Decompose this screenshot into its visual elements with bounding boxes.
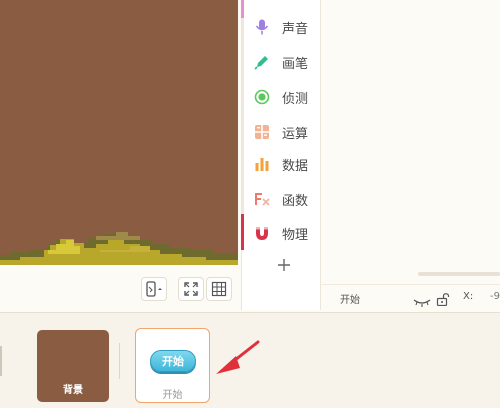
category-operators[interactable]: 运算 <box>253 120 308 144</box>
category-physics[interactable]: 物理 <box>253 221 308 245</box>
add-category-button[interactable] <box>276 257 292 273</box>
sensing-icon <box>253 88 271 106</box>
stage-ground-graphic <box>0 232 238 265</box>
fullscreen-icon <box>184 282 198 296</box>
category-label: 运算 <box>282 126 309 142</box>
category-sound[interactable]: 声音 <box>253 15 308 39</box>
phone-mode-button[interactable] <box>141 277 167 301</box>
x-coordinate-input[interactable]: -9 <box>490 291 500 302</box>
sprite-thumbnail-label: 开始 <box>162 390 183 401</box>
phone-mode-icon <box>146 281 162 297</box>
tray-scroll-indicator <box>0 346 2 376</box>
magnet-icon <box>253 224 271 242</box>
background-label: 背景 <box>63 385 83 396</box>
category-label: 数据 <box>282 158 309 174</box>
operators-icon <box>253 123 271 141</box>
category-sensing[interactable]: 侦测 <box>253 85 308 109</box>
category-label: 侦测 <box>282 91 309 107</box>
editor-window: 声音 画笔 侦测 运算 数据 函数 物理 开始 X: -9 背景 开始 开始 <box>0 0 500 408</box>
plus-icon <box>278 259 290 271</box>
workspace-horizontal-scrollbar[interactable] <box>418 272 500 276</box>
category-pen[interactable]: 画笔 <box>253 50 308 74</box>
grid-icon <box>211 281 227 297</box>
category-label: 函数 <box>282 193 309 209</box>
lock-icon <box>436 293 450 307</box>
function-icon <box>253 190 271 208</box>
sprite-name-field[interactable]: 开始 <box>340 291 360 306</box>
stage-canvas[interactable] <box>0 0 238 265</box>
start-sprite-preview-text: 开始 <box>162 355 184 368</box>
tray-divider <box>119 343 120 379</box>
background-thumbnail[interactable]: 背景 <box>37 330 109 402</box>
microphone-icon <box>253 18 271 36</box>
category-data[interactable]: 数据 <box>253 152 308 176</box>
lock-toggle[interactable] <box>436 291 450 310</box>
annotation-arrow <box>208 338 264 384</box>
category-label: 物理 <box>282 227 309 243</box>
data-icon <box>253 155 271 173</box>
palette-color-strip <box>241 0 244 250</box>
pen-icon <box>253 53 271 71</box>
eye-closed-icon <box>413 299 431 307</box>
category-function[interactable]: 函数 <box>253 187 308 211</box>
code-workspace[interactable] <box>322 0 500 284</box>
fullscreen-button[interactable] <box>178 277 204 301</box>
visibility-toggle[interactable] <box>413 292 431 311</box>
grid-toggle-button[interactable] <box>206 277 232 301</box>
category-label: 声音 <box>282 21 309 37</box>
start-sprite-preview: 开始 <box>150 350 196 372</box>
x-coordinate-label: X: <box>463 291 474 302</box>
category-label: 画笔 <box>282 56 309 72</box>
